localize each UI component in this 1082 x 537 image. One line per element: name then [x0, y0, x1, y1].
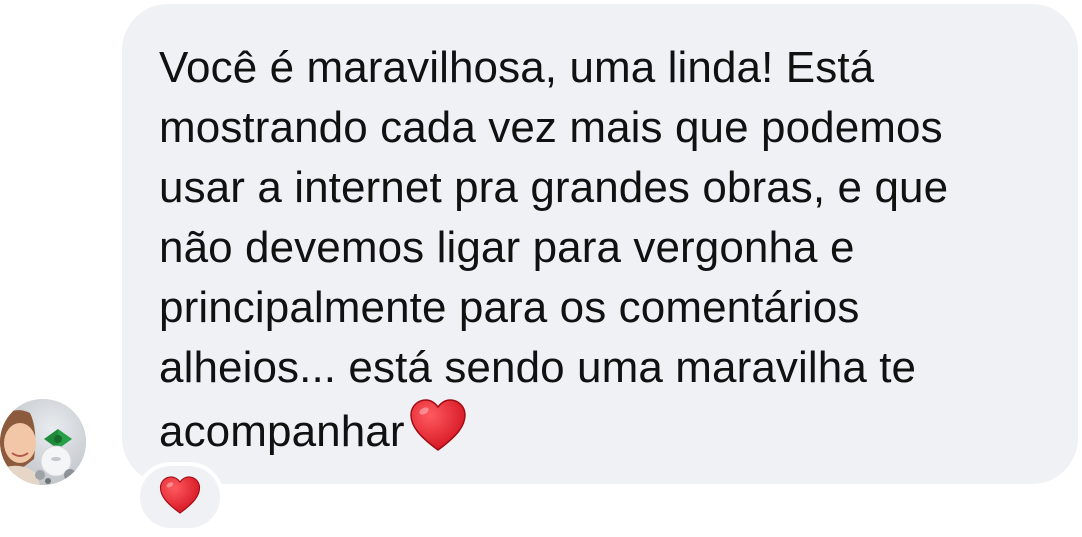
red-heart-icon	[159, 475, 201, 520]
message-line-text: acompanhar	[159, 407, 405, 456]
sender-avatar[interactable]	[0, 399, 86, 485]
message-line: alheios... está sendo uma maravilha te	[159, 343, 917, 392]
message-bubble[interactable]: Você é maravilhosa, uma linda! Está most…	[122, 4, 1078, 484]
avatar-photo	[0, 399, 86, 485]
message-line: não devemos ligar para vergonha e	[159, 223, 855, 272]
message-line: Você é maravilhosa, uma linda! Está	[159, 43, 875, 92]
heart-reaction-badge[interactable]	[136, 462, 224, 532]
message-line: mostrando cada vez mais que podemos	[159, 103, 943, 152]
message-last-line: acompanhar	[159, 398, 1048, 468]
message-line: usar a internet pra grandes obras, e que	[159, 163, 949, 212]
red-heart-icon	[409, 398, 467, 468]
message-line: principalmente para os comentários	[159, 283, 860, 332]
